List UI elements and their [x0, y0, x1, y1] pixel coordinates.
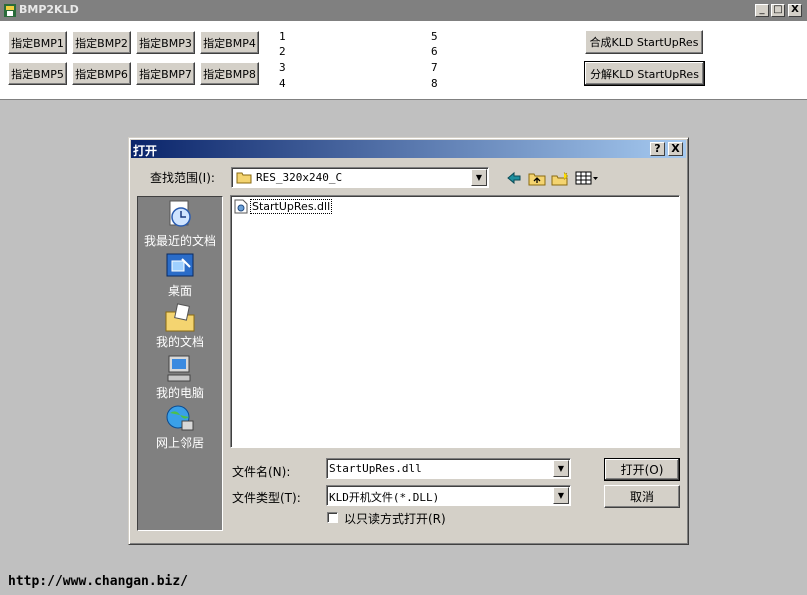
select-bmp2-button[interactable]: 指定BMP2	[72, 31, 131, 54]
app-icon	[4, 4, 16, 17]
select-bmp3-button[interactable]: 指定BMP3	[136, 31, 195, 54]
footer-url: http://www.changan.biz/	[8, 574, 189, 589]
main-title-bar[interactable]	[0, 0, 807, 21]
filename-label: 文件名(N):	[232, 465, 291, 479]
maximize-button[interactable]: □	[771, 4, 785, 17]
look-in-value: RES_320x240_C	[256, 171, 343, 184]
network-places-icon	[166, 405, 194, 431]
readonly-checkbox[interactable]	[327, 512, 338, 523]
select-bmp5-button[interactable]: 指定BMP5	[8, 62, 67, 85]
up-folder-icon[interactable]	[527, 169, 547, 187]
place-my-documents[interactable]: 我的文档	[137, 302, 223, 350]
place-recent-documents[interactable]: 我最近的文档	[137, 199, 223, 249]
filetype-value: KLD开机文件(*.DLL)	[329, 491, 440, 504]
my-computer-icon	[167, 355, 191, 382]
dialog-title-bar[interactable]	[131, 140, 686, 158]
chevron-down-icon[interactable]: ▼	[553, 460, 569, 477]
view-menu-icon[interactable]	[574, 169, 600, 187]
my-documents-icon	[165, 303, 195, 332]
recent-documents-icon	[169, 200, 191, 227]
split-kld-button[interactable]: 分解KLD StartUpRes	[584, 61, 705, 86]
slot-number: 5	[431, 30, 438, 43]
minimize-button[interactable]: _	[755, 4, 769, 17]
place-my-computer[interactable]: 我的电脑	[137, 353, 223, 401]
file-list[interactable]	[230, 195, 680, 448]
look-in-label: 查找范围(I):	[150, 171, 215, 185]
slot-number: 7	[431, 61, 438, 74]
place-label: 网上邻居	[155, 436, 204, 450]
slot-number: 4	[279, 77, 286, 90]
help-button[interactable]: ?	[650, 142, 665, 156]
slot-number: 1	[279, 30, 286, 43]
chevron-down-icon[interactable]: ▼	[553, 487, 569, 504]
select-bmp8-button[interactable]: 指定BMP8	[200, 62, 259, 85]
dialog-close-button[interactable]: X	[668, 142, 683, 156]
select-bmp4-button[interactable]: 指定BMP4	[200, 31, 259, 54]
slot-number: 6	[431, 45, 438, 58]
readonly-label: 以只读方式打开(R)	[344, 512, 446, 526]
select-bmp7-button[interactable]: 指定BMP7	[136, 62, 195, 85]
select-bmp6-button[interactable]: 指定BMP6	[72, 62, 131, 85]
file-name: StartUpRes.dll	[250, 198, 333, 214]
filename-value: StartUpRes.dll	[329, 462, 422, 475]
dll-file-icon	[234, 199, 248, 213]
place-label: 我最近的文档	[143, 234, 216, 248]
slot-number: 8	[431, 77, 438, 90]
filetype-select[interactable]: KLD开机文件(*.DLL) ▼	[326, 485, 571, 506]
chevron-down-icon[interactable]: ▼	[471, 169, 487, 186]
filetype-label: 文件类型(T):	[232, 491, 301, 505]
select-bmp1-button[interactable]: 指定BMP1	[8, 31, 67, 54]
file-item[interactable]: StartUpRes.dll	[234, 198, 333, 214]
open-button[interactable]: 打开(O)	[604, 458, 680, 481]
cancel-button[interactable]: 取消	[604, 485, 680, 508]
filename-input[interactable]: StartUpRes.dll ▼	[326, 458, 571, 479]
close-button[interactable]: X	[788, 4, 802, 17]
dialog-title: 打开	[133, 144, 158, 158]
merge-kld-button[interactable]: 合成KLD StartUpRes	[585, 30, 703, 54]
place-desktop[interactable]: 桌面	[137, 251, 223, 299]
slot-number: 2	[279, 45, 286, 58]
new-folder-icon[interactable]	[550, 169, 570, 187]
place-label: 我的电脑	[155, 386, 204, 400]
place-label: 桌面	[167, 284, 192, 298]
desktop-icon	[166, 253, 194, 277]
place-network[interactable]: 网上邻居	[137, 403, 223, 451]
back-icon[interactable]	[504, 169, 524, 187]
folder-icon	[236, 172, 252, 184]
app-title: BMP2KLD	[19, 3, 79, 16]
slot-number: 3	[279, 61, 286, 74]
place-label: 我的文档	[155, 335, 204, 349]
look-in-combo[interactable]: RES_320x240_C ▼	[231, 167, 489, 188]
